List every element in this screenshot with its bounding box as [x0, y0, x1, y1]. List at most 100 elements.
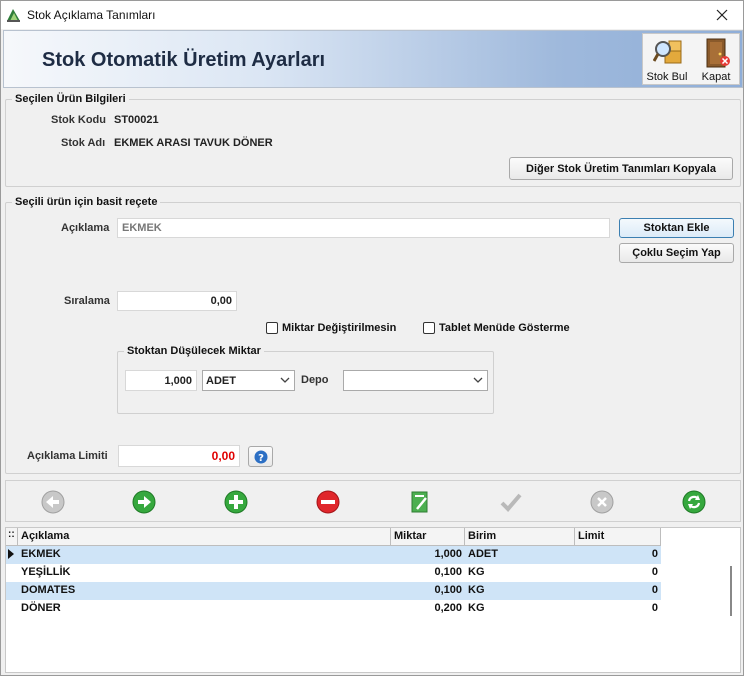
grid-header: :: Açıklama Miktar Birim Limit — [6, 528, 661, 546]
help-icon: ? — [254, 450, 267, 464]
stock-code-value: ST00021 — [114, 114, 159, 126]
table-row[interactable]: DOMATES 0,100 KG 0 — [6, 582, 661, 600]
grid-indicator-header: :: — [6, 528, 18, 546]
limit-input[interactable]: 0,00 — [118, 445, 240, 467]
row-indicator — [6, 582, 18, 600]
close-icon — [716, 9, 728, 21]
search-box-icon — [653, 40, 682, 64]
recipe-legend: Seçili ürün için basit reçete — [12, 196, 161, 208]
limit-help-button[interactable]: ? — [248, 446, 273, 467]
app-window: Stok Açıklama Tanımları Stok Otomatik Ür… — [0, 0, 744, 676]
recipe-grid: :: Açıklama Miktar Birim Limit EKMEK 1,00… — [5, 527, 741, 673]
app-logo-icon — [7, 9, 20, 22]
cell-description: DÖNER — [21, 602, 61, 614]
deduct-qty-input[interactable]: 1,000 — [125, 370, 197, 391]
recipe-group: Seçili ürün için basit reçete Açıklama E… — [5, 196, 741, 474]
stock-find-label: Stok Bul — [646, 71, 688, 83]
arrow-right-icon — [132, 490, 156, 514]
scrollbar-thumb[interactable] — [730, 566, 732, 616]
exit-door-icon — [706, 38, 730, 68]
depot-label: Depo — [301, 374, 329, 386]
arrow-left-icon — [41, 490, 65, 514]
cell-unit: KG — [468, 566, 485, 578]
cell-limit: 0 — [651, 602, 658, 614]
chevron-down-icon — [473, 377, 483, 383]
close-tool-label: Kapat — [701, 71, 731, 83]
refresh-icon — [682, 490, 706, 514]
grid-col-description[interactable]: Açıklama — [18, 528, 391, 546]
description-input[interactable]: EKMEK — [117, 218, 610, 238]
cell-limit: 0 — [651, 566, 658, 578]
header-tool-panel: Stok Bul Kapat — [642, 33, 740, 85]
row-indicator — [6, 600, 18, 618]
cell-description: EKMEK — [21, 548, 61, 560]
description-label: Açıklama — [61, 222, 110, 234]
cell-unit: KG — [468, 602, 485, 614]
stock-find-button[interactable]: Stok Bul — [643, 34, 691, 84]
row-pointer-icon — [8, 549, 14, 559]
table-row[interactable]: EKMEK 1,000 ADET 0 — [6, 546, 661, 564]
cell-limit: 0 — [651, 584, 658, 596]
delete-record-button[interactable] — [315, 489, 341, 515]
grid-col-unit[interactable]: Birim — [465, 528, 575, 546]
multi-select-button[interactable]: Çoklu Seçim Yap — [619, 243, 734, 263]
order-label: Sıralama — [64, 295, 110, 307]
add-record-button[interactable] — [223, 489, 249, 515]
limit-label: Açıklama Limiti — [27, 450, 108, 462]
tablet-hide-checkbox-box[interactable] — [423, 322, 435, 334]
next-record-button[interactable] — [131, 489, 157, 515]
qty-fixed-checkbox-box[interactable] — [266, 322, 278, 334]
cell-quantity: 1,000 — [434, 548, 462, 560]
close-tool-button[interactable]: Kapat — [692, 34, 740, 84]
stock-name-value: EKMEK ARASI TAVUK DÖNER — [114, 137, 273, 149]
depot-select[interactable] — [343, 370, 488, 391]
tablet-hide-checkbox[interactable]: Tablet Menüde Gösterme — [423, 322, 570, 334]
page-title: Stok Otomatik Üretim Ayarları — [42, 49, 326, 71]
row-indicator — [6, 564, 18, 582]
grid-col-limit[interactable]: Limit — [575, 528, 661, 546]
unit-select-value: ADET — [206, 374, 236, 387]
stock-name-label: Stok Adı — [61, 137, 106, 149]
refresh-button[interactable] — [681, 489, 707, 515]
cell-quantity: 0,100 — [434, 584, 462, 596]
checkmark-icon — [500, 493, 522, 512]
product-info-group: Seçilen Ürün Bilgileri Stok Kodu ST00021… — [5, 93, 741, 187]
deduct-qty-group: Stoktan Düşülecek Miktar 1,000 ADET Depo — [117, 345, 494, 414]
prev-record-button[interactable] — [40, 489, 66, 515]
tablet-hide-checkbox-label: Tablet Menüde Gösterme — [439, 322, 570, 334]
cell-unit: ADET — [468, 548, 498, 560]
qty-fixed-checkbox-label: Miktar Değiştirilmesin — [282, 322, 397, 334]
cell-quantity: 0,100 — [434, 566, 462, 578]
add-from-stock-button[interactable]: Stoktan Ekle — [619, 218, 734, 238]
row-indicator — [6, 546, 18, 564]
table-row[interactable]: DÖNER 0,200 KG 0 — [6, 600, 661, 618]
edit-document-icon — [411, 491, 428, 513]
title-bar: Stok Açıklama Tanımları — [1, 1, 743, 29]
cell-description: DOMATES — [21, 584, 76, 596]
stock-code-label: Stok Kodu — [51, 114, 106, 126]
cell-limit: 0 — [651, 548, 658, 560]
header-banner: Stok Otomatik Üretim Ayarları Stok Bul K… — [3, 30, 743, 88]
record-nav-toolbar — [5, 480, 741, 522]
cell-description: YEŞİLLİK — [21, 566, 71, 578]
deduct-qty-legend: Stoktan Düşülecek Miktar — [124, 345, 264, 357]
window-title: Stok Açıklama Tanımları — [27, 8, 156, 22]
window-close-button[interactable] — [705, 1, 739, 29]
save-record-button[interactable] — [498, 489, 524, 515]
cell-unit: KG — [468, 584, 485, 596]
unit-select[interactable]: ADET — [202, 370, 295, 391]
cancel-record-button[interactable] — [589, 489, 615, 515]
plus-icon — [224, 490, 248, 514]
chevron-down-icon — [280, 377, 290, 383]
grid-vertical-scrollbar[interactable] — [724, 546, 738, 672]
table-row[interactable]: YEŞİLLİK 0,100 KG 0 — [6, 564, 661, 582]
cancel-x-icon — [590, 490, 614, 514]
svg-text:?: ? — [258, 453, 264, 464]
copy-definitions-button[interactable]: Diğer Stok Üretim Tanımları Kopyala — [509, 157, 733, 180]
grid-col-quantity[interactable]: Miktar — [391, 528, 465, 546]
product-info-legend: Seçilen Ürün Bilgileri — [12, 93, 129, 105]
cell-quantity: 0,200 — [434, 602, 462, 614]
qty-fixed-checkbox[interactable]: Miktar Değiştirilmesin — [266, 322, 396, 334]
order-input[interactable]: 0,00 — [117, 291, 237, 311]
edit-record-button[interactable] — [407, 489, 433, 515]
